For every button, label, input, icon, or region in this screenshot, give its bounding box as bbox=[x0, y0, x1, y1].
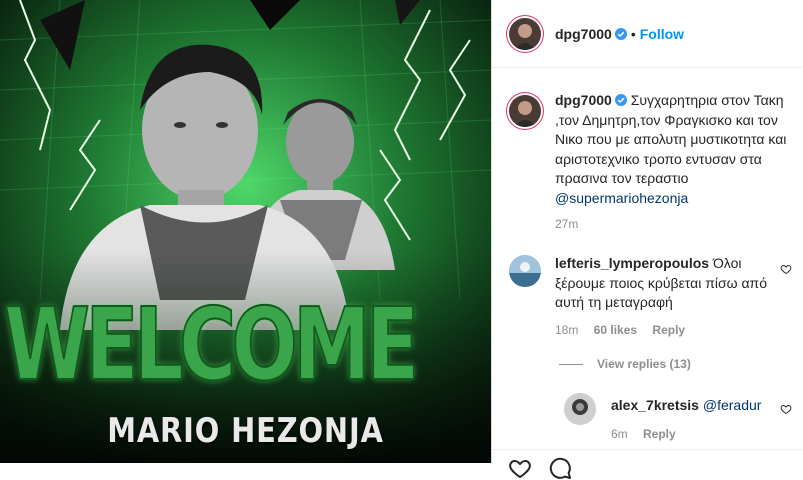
action-bar-divider bbox=[492, 449, 803, 450]
reply-meta: 6m Reply bbox=[611, 427, 676, 441]
view-replies-label[interactable]: View replies (13) bbox=[597, 357, 691, 371]
reply-username[interactable]: alex_7kretsis bbox=[611, 397, 699, 413]
commenter-avatar[interactable] bbox=[509, 255, 541, 287]
media-headline: WELCOME bbox=[3, 285, 420, 404]
reply-avatar[interactable] bbox=[564, 393, 596, 425]
reply-button[interactable]: Reply bbox=[643, 427, 676, 441]
caption-mention[interactable]: @supermariohezonja bbox=[555, 190, 688, 206]
caption-timestamp: 27m bbox=[555, 217, 579, 231]
like-icon[interactable] bbox=[508, 456, 532, 480]
reply-comment: alex_7kretsis @feradur bbox=[611, 397, 761, 413]
author-username[interactable]: dpg7000 bbox=[555, 26, 612, 42]
post-details-panel: dpg7000 • Follow dpg7000 Συγχαρητηρια στον… bbox=[491, 0, 803, 479]
caption-username[interactable]: dpg7000 bbox=[555, 92, 612, 108]
comment-meta: 18m 60 likes Reply bbox=[555, 323, 685, 337]
reply-timestamp: 6m bbox=[611, 427, 628, 441]
replies-divider bbox=[559, 364, 583, 366]
post-caption: dpg7000 Συγχαρητηρια στον Τακη ,τον Δημη… bbox=[555, 91, 795, 208]
heart-outline-icon[interactable] bbox=[780, 263, 792, 275]
heart-outline-icon[interactable] bbox=[780, 403, 792, 415]
reply-button[interactable]: Reply bbox=[652, 323, 685, 337]
verified-badge-icon bbox=[614, 28, 627, 40]
reply-mention[interactable]: @feradur bbox=[703, 397, 762, 413]
post-header: dpg7000 • Follow bbox=[492, 0, 803, 68]
verified-badge-icon bbox=[614, 94, 627, 106]
follow-button[interactable]: Follow bbox=[640, 26, 684, 42]
comment-username[interactable]: lefteris_lymperopoulos bbox=[555, 255, 709, 271]
author-avatar[interactable] bbox=[509, 18, 541, 50]
comment-timestamp: 18m bbox=[555, 323, 579, 337]
view-replies-button[interactable]: View replies (13) bbox=[559, 357, 691, 371]
comment: lefteris_lymperopoulos Όλοι ξέρουμε ποιο… bbox=[555, 254, 770, 313]
comment-icon[interactable] bbox=[548, 456, 572, 480]
caption-avatar[interactable] bbox=[509, 95, 541, 127]
comment-likes[interactable]: 60 likes bbox=[594, 323, 637, 337]
separator-dot: • bbox=[630, 26, 636, 42]
post-image[interactable]: WELCOME MARIO HEZONJA bbox=[0, 0, 491, 463]
media-player-name: MARIO HEZONJA bbox=[107, 411, 384, 451]
